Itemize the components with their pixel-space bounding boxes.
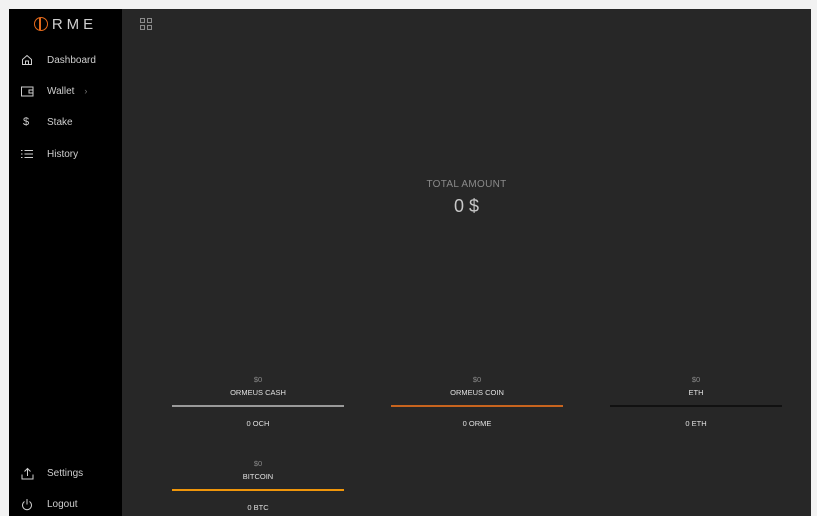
- coin-usd-value: $0: [472, 375, 482, 384]
- logo-mark-icon: [33, 17, 48, 31]
- coin-color-bar: [172, 405, 344, 407]
- list-icon: [21, 149, 47, 159]
- coin-color-bar: [610, 405, 782, 407]
- sidebar-item-wallet[interactable]: Wallet ›: [9, 79, 122, 103]
- coin-name: ORMEUS CASH: [230, 388, 286, 397]
- coin-color-bar: [172, 489, 344, 491]
- logo[interactable]: RME: [9, 9, 122, 39]
- total-amount-value: 0 $: [453, 196, 480, 216]
- main-content: TOTAL AMOUNT 0 $ $0 ORMEUS CASH 0 OCH $0…: [122, 9, 811, 516]
- wallet-icon: [21, 86, 47, 97]
- coin-usd-value: $0: [691, 375, 701, 384]
- coin-amount: 0 OCH: [246, 419, 270, 428]
- total-amount: TOTAL AMOUNT 0 $: [122, 179, 811, 217]
- upload-icon: [21, 467, 47, 480]
- coin-card-eth[interactable]: $0 ETH 0 ETH: [610, 375, 782, 428]
- coin-card-bitcoin[interactable]: $0 BITCOIN 0 BTC: [172, 459, 344, 512]
- coin-name: ORMEUS COIN: [450, 388, 504, 397]
- sidebar-item-logout[interactable]: Logout: [9, 492, 122, 516]
- coin-name: BITCOIN: [242, 472, 274, 481]
- sidebar-item-label: Wallet: [47, 85, 75, 97]
- chevron-right-icon: ›: [84, 86, 88, 96]
- app-window: RME Dashboard Wallet › $ Stake History S…: [9, 9, 811, 516]
- coin-name: ETH: [688, 388, 704, 397]
- power-icon: [21, 498, 47, 511]
- coin-card-ormeus-coin[interactable]: $0 ORMEUS COIN 0 ORME: [391, 375, 563, 428]
- dollar-icon: $: [23, 116, 30, 128]
- sidebar-item-history[interactable]: History: [9, 142, 122, 166]
- coin-amount: 0 BTC: [247, 503, 269, 512]
- grid-menu-icon[interactable]: [140, 18, 152, 30]
- coin-amount: 0 ETH: [685, 419, 707, 428]
- home-icon: [21, 54, 47, 66]
- coin-card-ormeus-cash[interactable]: $0 ORMEUS CASH 0 OCH: [172, 375, 344, 428]
- sidebar-item-stake[interactable]: $ Stake: [9, 110, 122, 134]
- sidebar-item-label: Logout: [47, 498, 78, 510]
- sidebar: RME Dashboard Wallet › $ Stake History S…: [9, 9, 122, 516]
- coin-usd-value: $0: [253, 375, 263, 384]
- sidebar-item-dashboard[interactable]: Dashboard: [9, 48, 122, 72]
- total-amount-label: TOTAL AMOUNT: [426, 179, 507, 190]
- sidebar-item-settings[interactable]: Settings: [9, 461, 122, 485]
- logo-text: RME: [51, 15, 98, 33]
- sidebar-item-label: Stake: [47, 116, 73, 128]
- sidebar-item-label: Settings: [47, 467, 84, 479]
- sidebar-item-label: History: [47, 148, 79, 160]
- sidebar-item-label: Dashboard: [47, 54, 96, 66]
- coin-amount: 0 ORME: [462, 419, 492, 428]
- coin-usd-value: $0: [253, 459, 263, 468]
- coin-color-bar: [391, 405, 563, 407]
